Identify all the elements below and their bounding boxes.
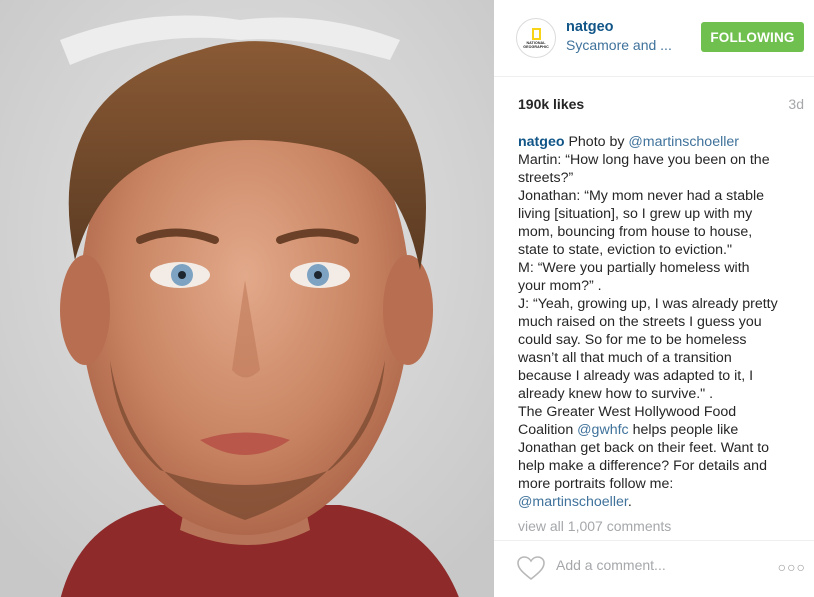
caption-line: help make a difference? For details and [518,458,767,474]
natgeo-logo-icon [531,27,541,40]
caption-line: The Greater West Hollywood Food [518,404,737,420]
heart-icon[interactable] [516,555,546,581]
username-link[interactable]: natgeo [566,19,614,35]
caption-line: M: “Were you partially homeless with [518,260,750,276]
post-sidebar: NATIONAL GEOGRAPHIC natgeo Sycamore and … [494,0,814,597]
avatar[interactable]: NATIONAL GEOGRAPHIC [516,18,556,58]
mention-link[interactable]: @gwhfc [577,422,628,438]
caption-text: Coalition [518,422,578,438]
mention-link[interactable]: @martinschoeller [518,494,628,510]
caption-line: Coalition @gwhfc helps people like [518,421,808,439]
caption-line: wasn’t all that much of a transition [518,350,732,366]
caption-text: Photo by [564,134,629,150]
post-photo[interactable] [0,0,494,597]
caption-line: mom, bouncing from house to house, [518,224,753,240]
caption-line: could say. So for me to be homeless [518,332,747,348]
caption: natgeo Photo by @martinschoeller Martin:… [518,133,808,511]
caption-line: Jonathan: “My mom never had a stable [518,188,765,204]
likes-count[interactable]: 190k likes [518,96,584,112]
comment-input[interactable]: Add a comment... [556,557,666,573]
caption-line: natgeo Photo by @martinschoeller [518,133,808,151]
view-all-comments-link[interactable]: view all 1,007 comments [518,518,671,534]
caption-line: because I already was adapted to it, I [518,368,754,384]
caption-line: @martinschoeller. [518,493,808,511]
more-options-icon[interactable]: ○○○ [778,559,806,575]
mention-link[interactable]: @martinschoeller [628,134,739,150]
location-link[interactable]: Sycamore and ... [566,37,672,53]
caption-line: streets?” [518,170,574,186]
post-footer: Add a comment... ○○○ [494,540,814,597]
post-time[interactable]: 3d [788,96,804,112]
caption-line: living [situation], so I grew up with my [518,206,753,222]
caption-line: much raised on the streets I guess you [518,314,762,330]
caption-username-link[interactable]: natgeo [518,134,565,150]
caption-line: Martin: “How long have you been on the [518,152,770,168]
caption-line: already knew how to survive." . [518,386,714,402]
caption-line: more portraits follow me: [518,476,674,492]
avatar-logo-text: NATIONAL GEOGRAPHIC [523,40,549,49]
following-button[interactable]: FOLLOWING [701,22,804,52]
post-header: NATIONAL GEOGRAPHIC natgeo Sycamore and … [494,0,814,77]
caption-text: . [627,494,632,510]
caption-line: J: “Yeah, growing up, I was already pret… [518,296,778,312]
caption-line: state to state, eviction to eviction." [518,242,733,258]
caption-text: helps people like [628,422,739,438]
caption-line: your mom?” . [518,278,602,294]
caption-line: Jonathan get back on their feet. Want to [518,440,770,456]
